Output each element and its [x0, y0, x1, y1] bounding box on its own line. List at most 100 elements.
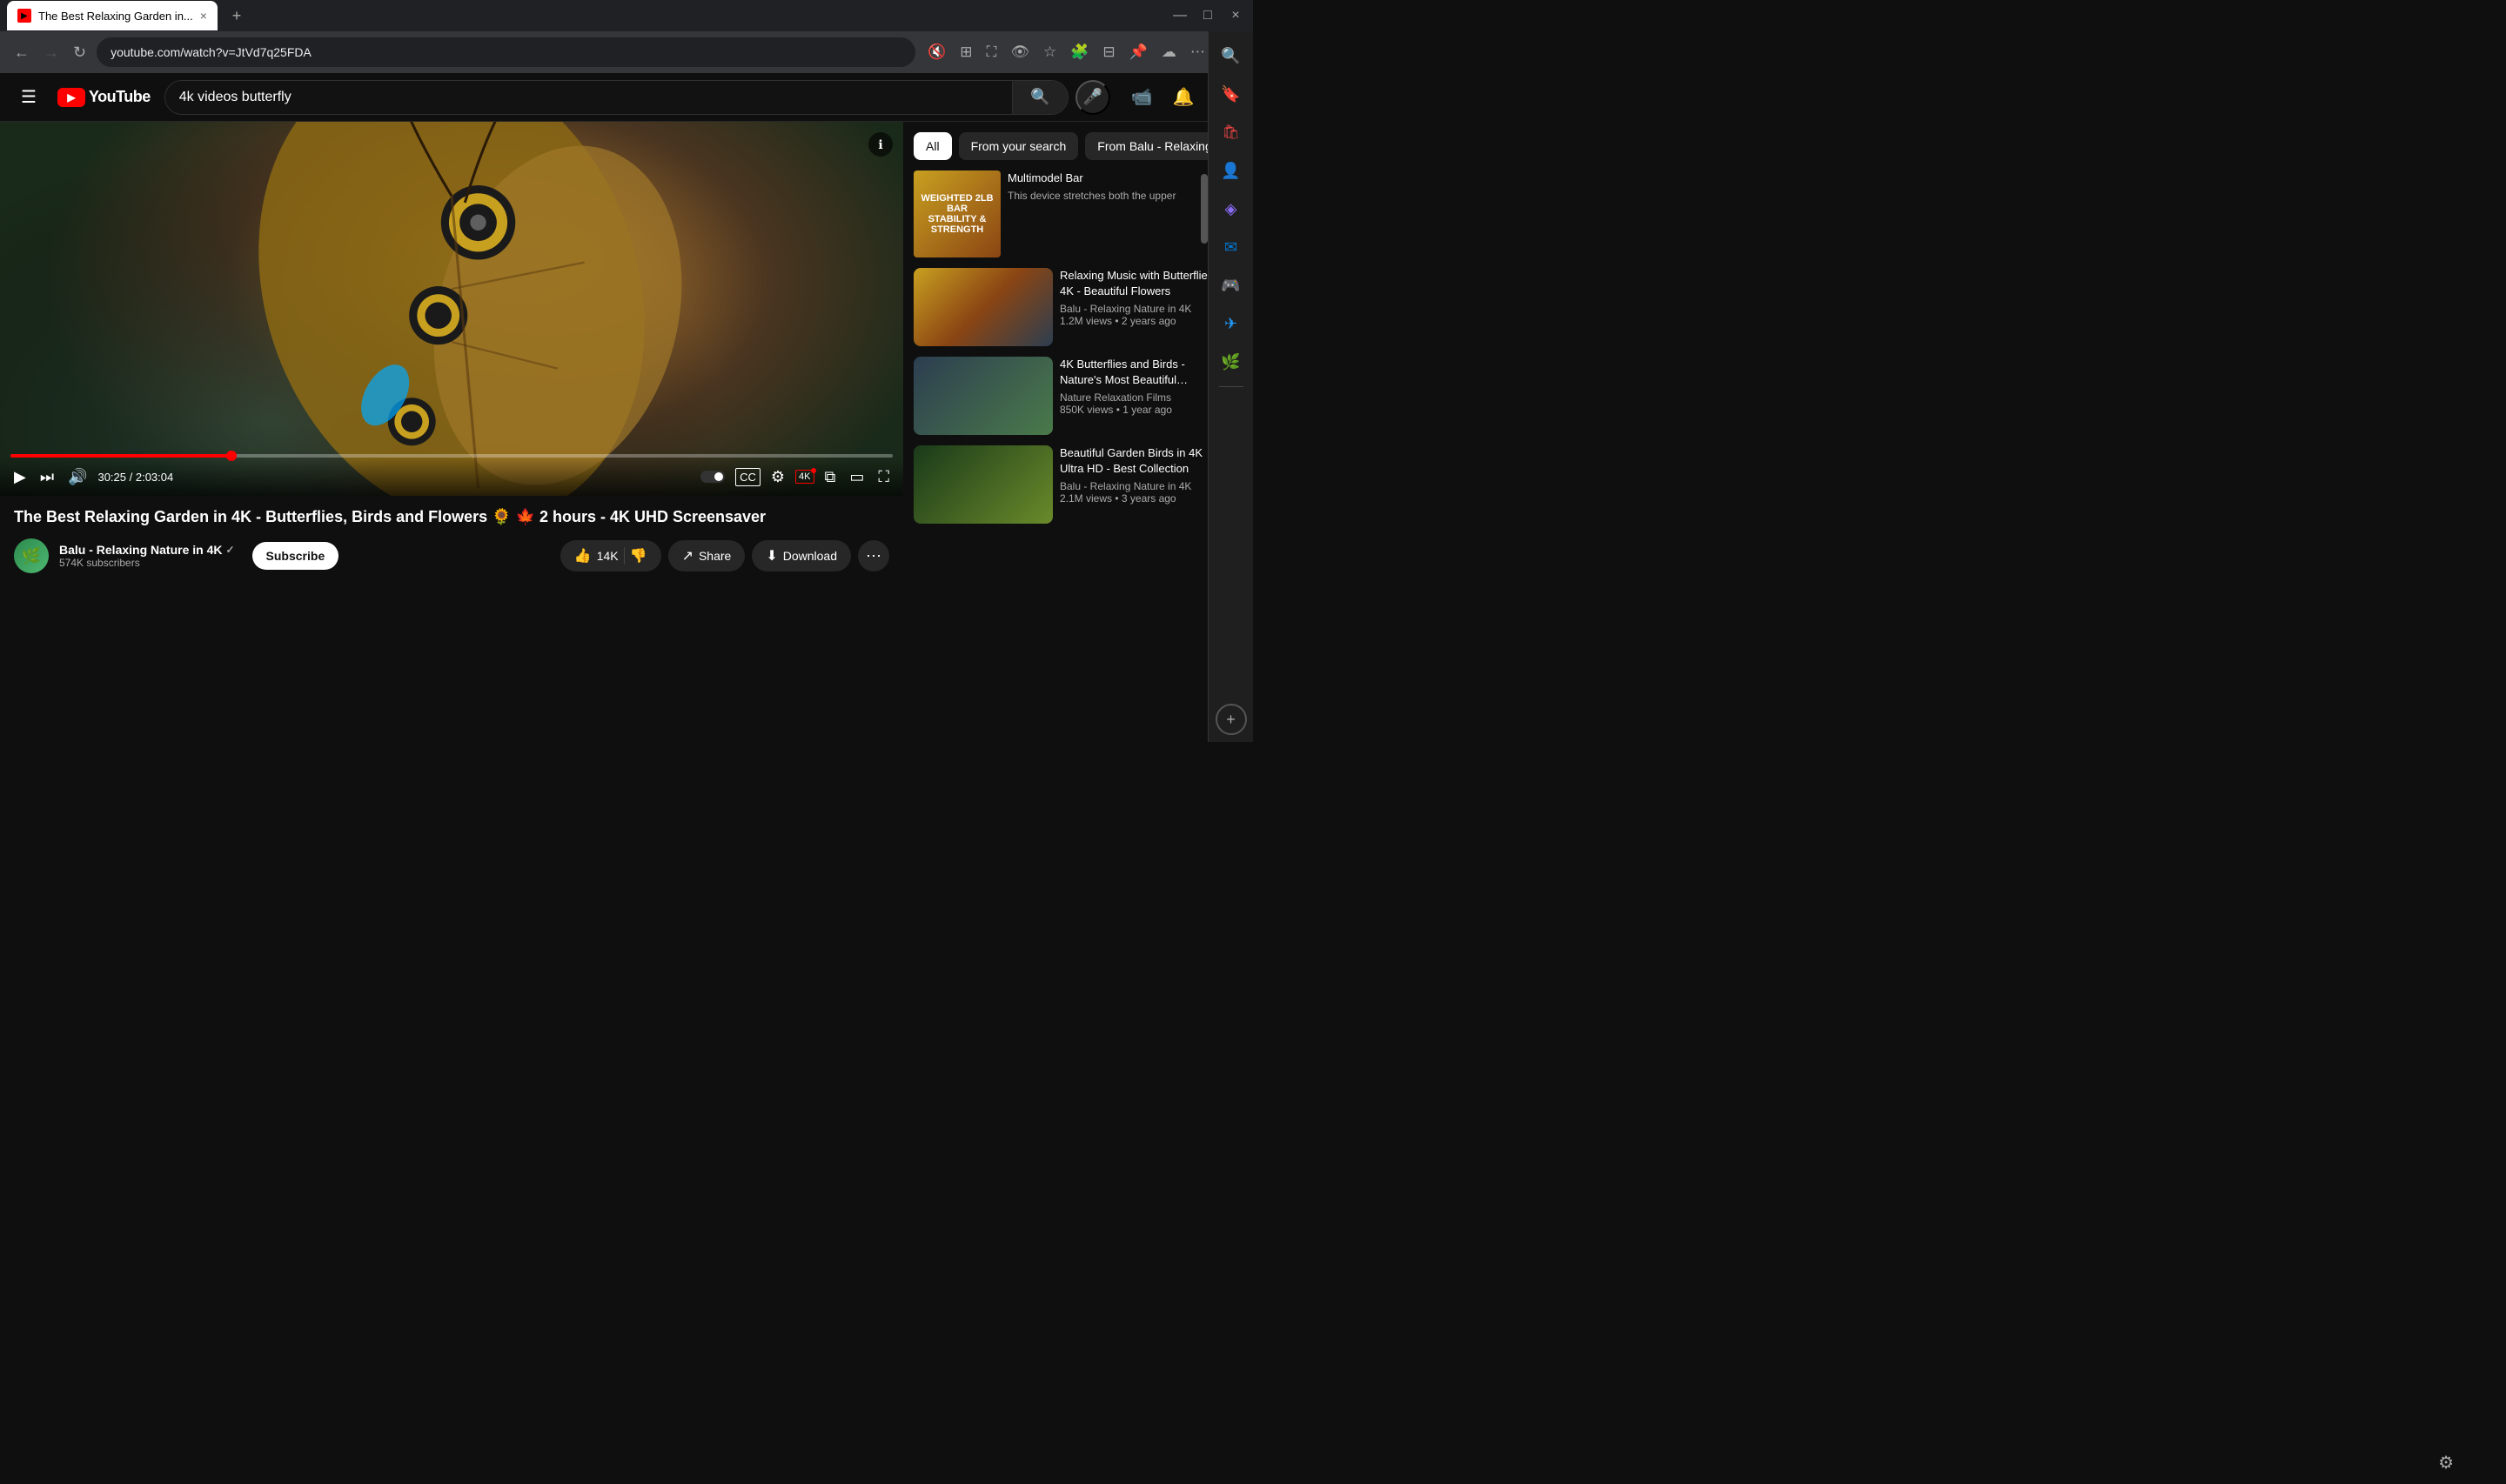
youtube-logo[interactable]: ▶ YouTube [57, 88, 151, 107]
like-button[interactable]: 👍 14K 👎 [560, 540, 661, 572]
rec-thumbnail-3 [914, 445, 1053, 524]
video-player[interactable]: ℹ ▶ ⏭ 🔊 30:25 / 2:03:04 [0, 122, 903, 496]
address-bar[interactable]: youtube.com/watch?v=JtVd7q25FDA [97, 37, 915, 67]
butterfly-visual [0, 122, 903, 496]
page-settings-icon[interactable]: ⚙ [2438, 1452, 2454, 1474]
tab-close-button[interactable]: × [200, 9, 207, 23]
quality-badge[interactable]: 4K [795, 470, 814, 484]
nav-actions: 🔇 ⊞ ⛶ 👁 ☆ 🧩 ⊟ 📌 ☁ ⋯ 🌀 [922, 38, 1243, 66]
create-video-button[interactable]: 📹 [1124, 80, 1159, 115]
rec-channel-2: Nature Relaxation Films [1060, 391, 1216, 404]
refresh-button[interactable]: ↻ [70, 40, 90, 65]
subtitles-button[interactable]: CC [735, 468, 761, 486]
sidebar-telegram-icon[interactable]: ✈ [1216, 308, 1247, 339]
rec-channel-1: Balu - Relaxing Nature in 4K [1060, 303, 1216, 315]
play-button[interactable]: ▶ [10, 465, 30, 490]
channel-name: Balu - Relaxing Nature in 4K ✓ [59, 543, 235, 557]
search-input[interactable] [165, 81, 1012, 114]
rec-meta-2: 850K views • 1 year ago [1060, 404, 1216, 416]
info-overlay-button[interactable]: ℹ [868, 132, 893, 157]
rec-info-2: 4K Butterflies and Birds - Nature's Most… [1060, 357, 1216, 435]
sidebar-add-button[interactable]: + [1216, 704, 1247, 735]
thumbs-down-icon: 👎 [630, 547, 647, 565]
cursor-icon[interactable]: ⛶ [981, 38, 1002, 66]
search-button[interactable]: 🔍 [1012, 81, 1068, 114]
hamburger-menu[interactable]: ☰ [14, 79, 44, 115]
verified-icon: ✓ [225, 544, 234, 556]
rec-title-2: 4K Butterflies and Birds - Nature's Most… [1060, 357, 1216, 388]
new-tab-button[interactable]: + [224, 3, 249, 28]
back-button[interactable]: ← [10, 40, 33, 65]
settings-button[interactable]: ⚙ [767, 465, 788, 490]
rec-title-1: Relaxing Music with Butterflies 4K - Bea… [1060, 268, 1216, 299]
thumbs-up-icon: 👍 [574, 547, 592, 565]
action-buttons: 👍 14K 👎 ↗ Share ⬇ Download [560, 540, 889, 572]
time-display: 30:25 / 2:03:04 [97, 471, 173, 484]
rec-card-3[interactable]: Beautiful Garden Birds in 4K Ultra HD - … [914, 445, 1243, 524]
more-actions-button[interactable]: ⋯ [858, 540, 889, 572]
notifications-button[interactable]: 🔔 [1166, 80, 1201, 115]
share-button[interactable]: ↗ Share [668, 540, 746, 572]
sidebar-person-icon[interactable]: 👤 [1216, 155, 1247, 186]
channel-info: Balu - Relaxing Nature in 4K ✓ 574K subs… [59, 543, 235, 569]
filter-tab-search[interactable]: From your search [959, 132, 1079, 160]
url-text: youtube.com/watch?v=JtVd7q25FDA [111, 45, 312, 59]
filter-tabs: All From your search From Balu - Relaxin… [914, 132, 1243, 160]
sidebar-copilot-icon[interactable]: ◈ [1216, 193, 1247, 224]
sidebar-outlook-icon[interactable]: ✉ [1216, 231, 1247, 263]
like-dislike-separator [624, 547, 625, 565]
rec-title-3: Beautiful Garden Birds in 4K Ultra HD - … [1060, 445, 1216, 477]
theater-mode-button[interactable]: ▭ [846, 465, 868, 490]
player-controls: ▶ ⏭ 🔊 30:25 / 2:03:04 CC ⚙ 4 [0, 458, 903, 496]
rec-card-1[interactable]: Relaxing Music with Butterflies 4K - Bea… [914, 268, 1243, 346]
ad-title: Multimodel Bar [1008, 170, 1220, 186]
subscribe-button[interactable]: Subscribe [252, 542, 339, 570]
grid-icon[interactable]: ⊞ [955, 38, 977, 66]
minimize-button[interactable]: — [1169, 8, 1190, 23]
rec-info-3: Beautiful Garden Birds in 4K Ultra HD - … [1060, 445, 1216, 524]
fullscreen-button[interactable]: ⛶ [874, 465, 893, 490]
autoplay-toggle[interactable] [697, 467, 728, 486]
video-title: The Best Relaxing Garden in 4K - Butterf… [14, 506, 889, 528]
yt-content: ℹ ▶ ⏭ 🔊 30:25 / 2:03:04 [0, 122, 1253, 707]
miniplayer-button[interactable]: ⧉ [821, 465, 840, 490]
ad-card[interactable]: WEIGHTED 2LB BARSTABILITY & STRENGTH Mul… [914, 170, 1243, 257]
extensions-icon[interactable]: 🧩 [1065, 38, 1094, 66]
title-bar: ▶ The Best Relaxing Garden in... × + — □… [0, 0, 1253, 31]
volume-button[interactable]: 🔊 [64, 465, 90, 490]
sidebar-tree-icon[interactable]: 🌿 [1216, 346, 1247, 378]
ad-info: Multimodel Bar This device stretches bot… [1008, 170, 1220, 202]
channel-avatar[interactable]: 🌿 [14, 538, 49, 573]
rec-meta-1: 1.2M views • 2 years ago [1060, 315, 1216, 327]
channel-row: 🌿 Balu - Relaxing Nature in 4K ✓ 574K su… [14, 538, 889, 573]
sync-icon[interactable]: ☁ [1156, 38, 1182, 66]
ad-description: This device stretches both the upper [1008, 190, 1220, 202]
mute-icon[interactable]: 🔇 [922, 38, 951, 66]
filter-tab-all[interactable]: All [914, 132, 952, 160]
youtube-header: ☰ ▶ YouTube 🔍 🎤 📹 🔔 👩 [0, 73, 1253, 122]
sidebar-divider [1219, 386, 1243, 387]
search-bar: 🔍 [164, 80, 1069, 115]
eye-icon[interactable]: 👁 [1005, 38, 1035, 66]
sidebar-shopping-icon[interactable]: 🛍 [1216, 117, 1247, 148]
maximize-button[interactable]: □ [1197, 8, 1218, 23]
favorite-icon[interactable]: ☆ [1038, 38, 1062, 66]
forward-button[interactable]: → [40, 40, 63, 65]
sidebar-bookmark-icon[interactable]: 🔖 [1216, 78, 1247, 110]
next-button[interactable]: ⏭ [37, 465, 57, 490]
edge-sidebar: 🔍 🔖 🛍 👤 ◈ ✉ 🎮 ✈ 🌿 + [1208, 31, 1253, 742]
rec-card-2[interactable]: 4K Butterflies and Birds - Nature's Most… [914, 357, 1243, 435]
split-icon[interactable]: ⊟ [1097, 38, 1120, 66]
close-window-button[interactable]: × [1225, 8, 1246, 23]
page-scrollbar[interactable] [1201, 174, 1208, 244]
more-icon[interactable]: ⋯ [1185, 38, 1210, 66]
rec-meta-3: 2.1M views • 3 years ago [1060, 492, 1216, 505]
sidebar-games-icon[interactable]: 🎮 [1216, 270, 1247, 301]
rec-thumbnail-2 [914, 357, 1053, 435]
download-button[interactable]: ⬇ Download [752, 540, 851, 572]
video-frame [0, 122, 903, 496]
pin-icon[interactable]: 📌 [1124, 38, 1153, 66]
sidebar-search-icon[interactable]: 🔍 [1216, 40, 1247, 71]
active-tab[interactable]: ▶ The Best Relaxing Garden in... × [7, 1, 218, 30]
voice-search-button[interactable]: 🎤 [1075, 80, 1110, 115]
